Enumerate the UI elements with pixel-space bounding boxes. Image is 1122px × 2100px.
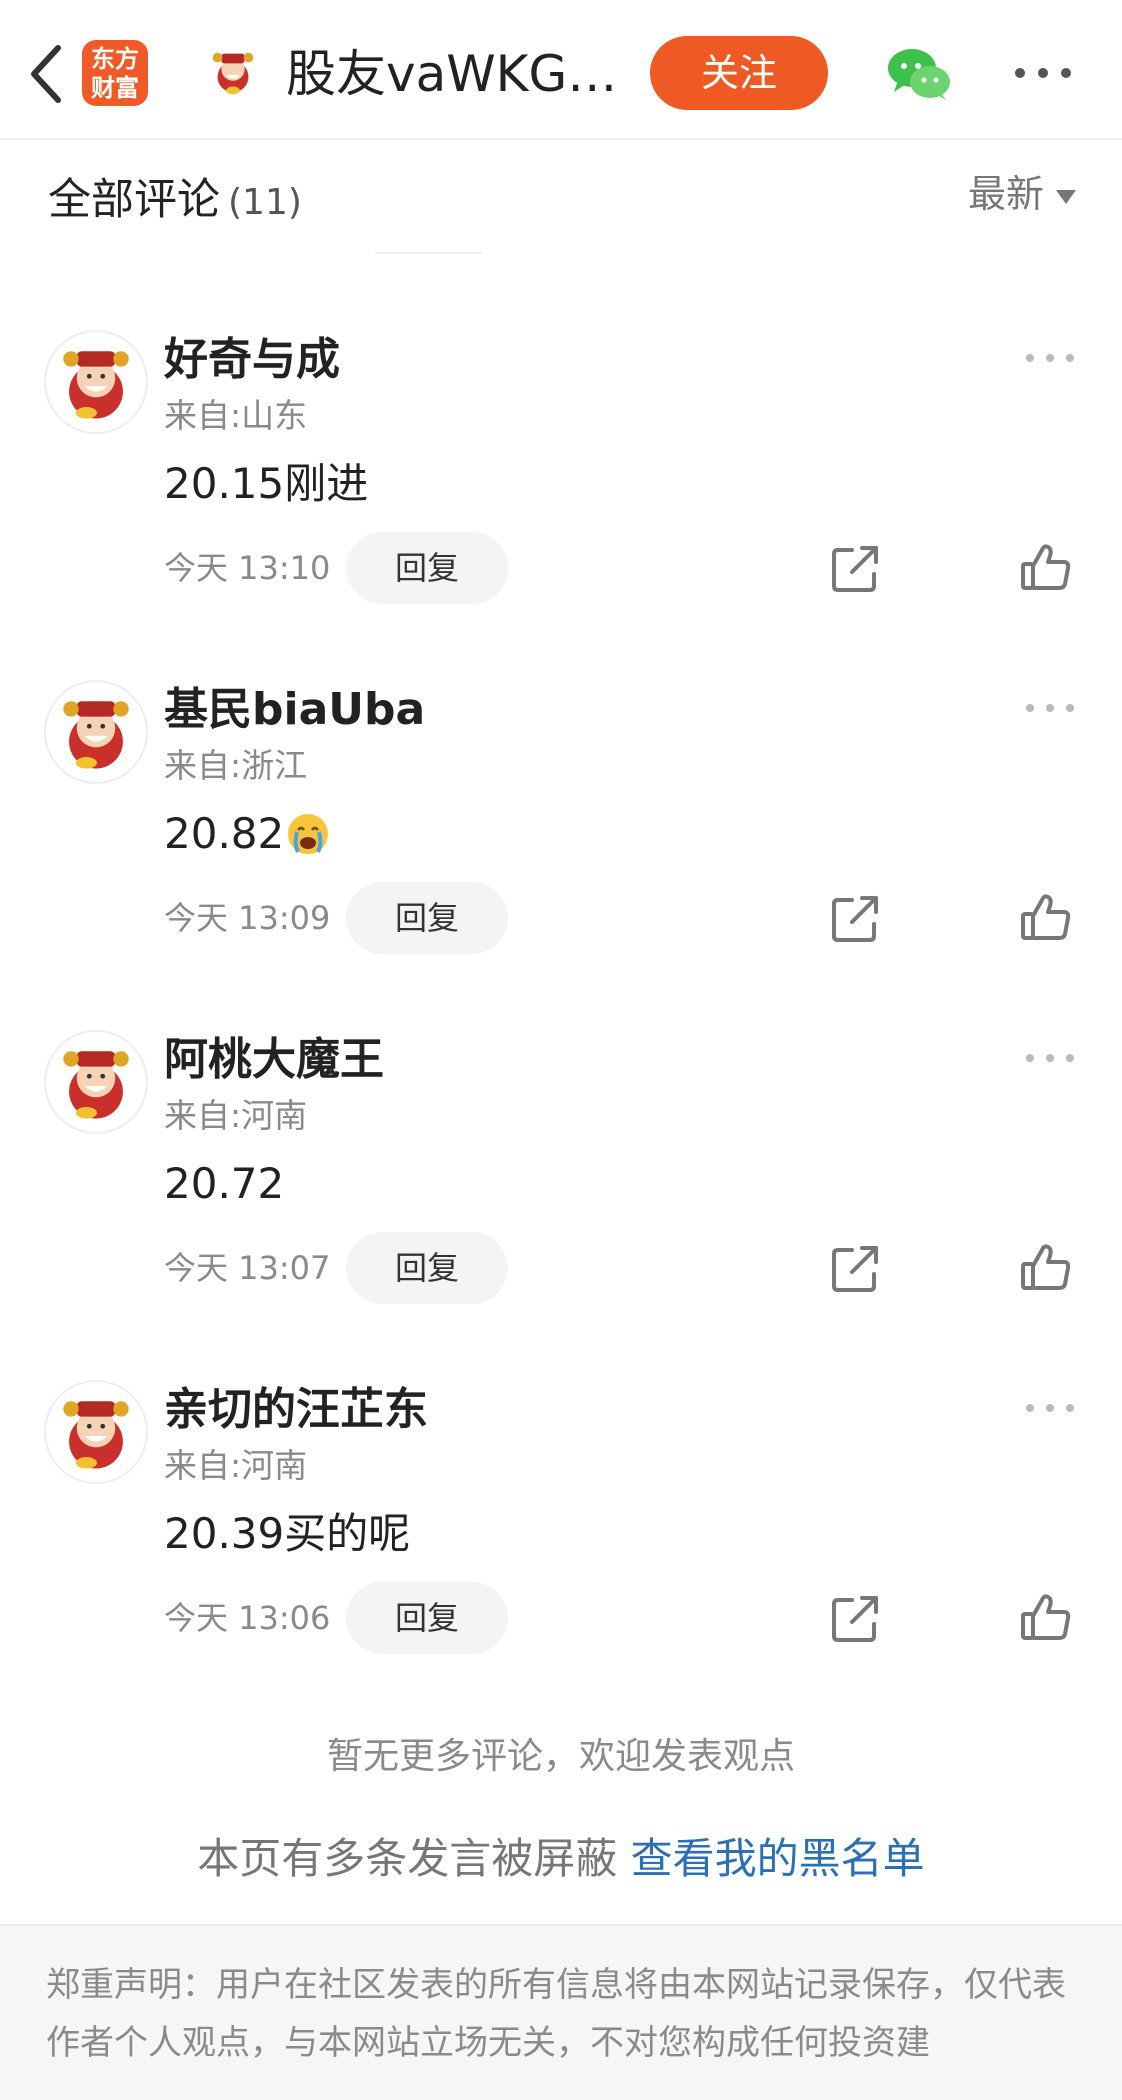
comment-text: 20.15刚进 [164, 454, 368, 514]
thumbs-up-icon[interactable] [1020, 1242, 1072, 1292]
comment-time: 今天 13:06 [164, 1599, 331, 1637]
comment-author[interactable]: 好奇与成 [164, 330, 340, 390]
sort-label: 最新 [967, 172, 1044, 216]
comment-text: 20.82 [164, 804, 330, 864]
blocked-text: 本页有多条发言被屏蔽 [197, 1834, 618, 1883]
comment-time: 今天 13:10 [164, 549, 331, 587]
blocked-notice: 本页有多条发言被屏蔽 查看我的黑名单 [0, 1830, 1122, 1888]
comment-author[interactable]: 亲切的汪芷东 [164, 1380, 428, 1440]
comment-item: 阿桃大魔王 来自:河南 20.72 今天 13:07 回复 [0, 1030, 1122, 1370]
caret-down-icon [1056, 189, 1076, 204]
comment-text: 20.39买的呢 [164, 1504, 410, 1564]
avatar[interactable] [44, 330, 148, 434]
author-avatar[interactable] [204, 44, 262, 102]
divider [375, 252, 483, 254]
comment-text-value: 20.15刚进 [164, 459, 369, 508]
comment-item: 好奇与成 来自:山东 20.15刚进 今天 13:10 回复 [0, 330, 1122, 670]
crying-emoji [286, 812, 330, 856]
avatar[interactable] [44, 1380, 148, 1484]
comments-title: 全部评论 [48, 175, 220, 225]
top-bar: 东方财富 股友vaWKGp... 关注 [0, 0, 1122, 140]
reply-button[interactable]: 回复 [346, 532, 508, 604]
reply-button[interactable]: 回复 [346, 882, 508, 954]
comment-text-value: 20.39买的呢 [164, 1509, 411, 1558]
comment-author[interactable]: 阿桃大魔王 [164, 1030, 384, 1090]
thumbs-up-icon[interactable] [1020, 892, 1072, 942]
comment-more-icon[interactable] [1024, 698, 1076, 718]
comment-time: 今天 13:09 [164, 899, 331, 937]
thumbs-up-icon[interactable] [1020, 542, 1072, 592]
author-name[interactable]: 股友vaWKGp... [286, 42, 626, 106]
share-icon[interactable] [830, 1244, 882, 1294]
comment-location: 来自:山东 [164, 396, 308, 435]
thumbs-up-icon[interactable] [1020, 1592, 1072, 1642]
disclaimer-text: 郑重声明：用户在社区发表的所有信息将由本网站记录保存，仅代表作者个人观点，与本网… [46, 1965, 1066, 2063]
reply-button[interactable]: 回复 [346, 1582, 508, 1654]
comment-location: 来自:浙江 [164, 746, 308, 785]
comments-heading: 全部评论 (11) [48, 172, 302, 231]
comments-count: (11) [228, 182, 302, 223]
comment-more-icon[interactable] [1024, 348, 1076, 368]
blacklist-link[interactable]: 查看我的黑名单 [631, 1834, 925, 1883]
comment-text: 20.72 [164, 1154, 284, 1214]
comment-time: 今天 13:07 [164, 1249, 331, 1287]
share-icon[interactable] [830, 544, 882, 594]
comment-more-icon[interactable] [1024, 1048, 1076, 1068]
share-icon[interactable] [830, 894, 882, 944]
more-icon[interactable] [1012, 58, 1074, 88]
reply-button[interactable]: 回复 [346, 1232, 508, 1304]
follow-button[interactable]: 关注 [650, 36, 828, 110]
avatar[interactable] [44, 1030, 148, 1134]
no-more-comments: 暂无更多评论，欢迎发表观点 [326, 1736, 795, 1777]
comment-item: 基民biaUba 来自:浙江 20.82 今天 13:09 回复 [0, 680, 1122, 1020]
comment-more-icon[interactable] [1024, 1398, 1076, 1418]
comment-text-value: 20.82 [164, 809, 285, 858]
comment-text-value: 20.72 [164, 1159, 285, 1208]
avatar[interactable] [44, 680, 148, 784]
wechat-icon[interactable] [886, 46, 952, 102]
app-logo-icon[interactable]: 东方财富 [82, 40, 148, 106]
comment-location: 来自:河南 [164, 1446, 308, 1485]
comment-location: 来自:河南 [164, 1096, 308, 1135]
comment-author[interactable]: 基民biaUba [164, 680, 425, 740]
comment-item: 亲切的汪芷东 来自:河南 20.39买的呢 今天 13:06 回复 [0, 1380, 1122, 1720]
share-icon[interactable] [830, 1594, 882, 1644]
back-arrow-icon[interactable] [20, 40, 80, 108]
sort-dropdown[interactable]: 最新 [968, 168, 1076, 220]
